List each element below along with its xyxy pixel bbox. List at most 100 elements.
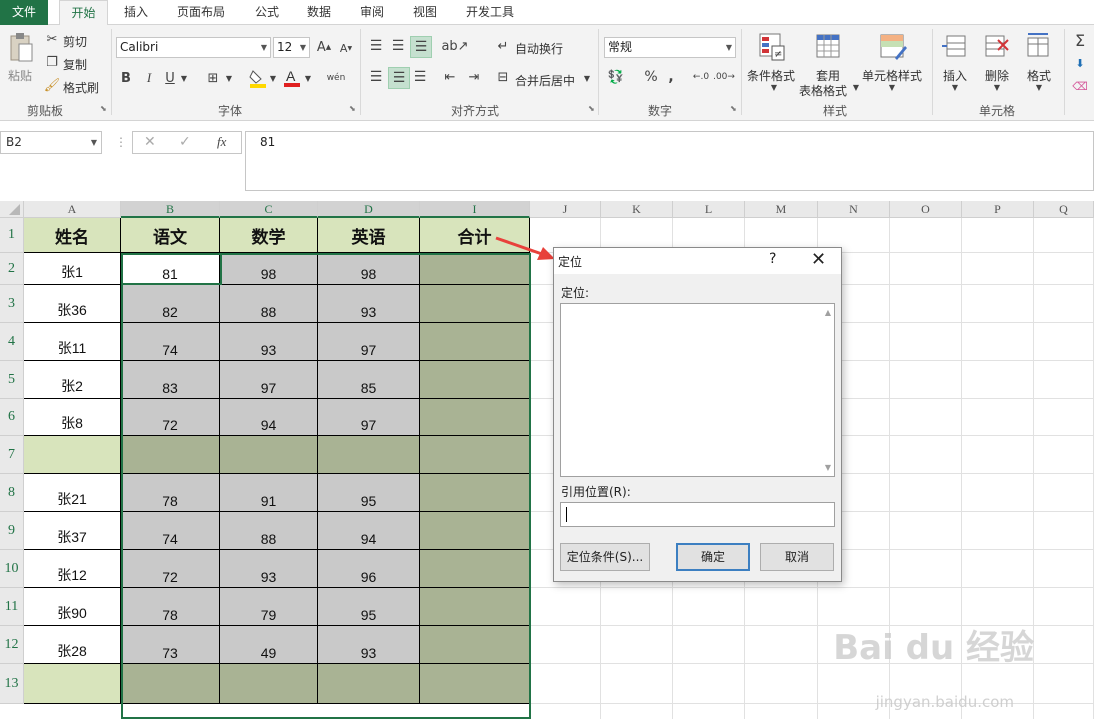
cell-b13[interactable] [121, 664, 220, 704]
cell-a8[interactable]: 张21 [24, 474, 121, 512]
tab-home[interactable]: 开始 [59, 0, 108, 26]
cell-c3[interactable]: 88 [220, 285, 318, 323]
cell-a1[interactable]: 姓名 [24, 218, 121, 253]
column-header-p[interactable]: P [962, 201, 1034, 218]
cell-b8[interactable]: 78 [121, 474, 220, 512]
conditional-format-icon[interactable]: ≠ [757, 31, 787, 63]
cell-d3[interactable]: 93 [318, 285, 420, 323]
cell-d1[interactable]: 英语 [318, 218, 420, 253]
scroll-down-icon[interactable]: ▼ [825, 463, 831, 472]
select-all-corner[interactable] [0, 201, 24, 218]
cell-c4[interactable]: 93 [220, 323, 318, 361]
cell-d8[interactable]: 95 [318, 474, 420, 512]
ok-button[interactable]: 确定 [676, 543, 750, 571]
format-painter-button[interactable]: 格式刷 [63, 79, 99, 96]
grow-font-icon[interactable]: A ▲ [316, 38, 332, 56]
orientation-icon[interactable]: ab↗ [441, 37, 468, 55]
row-header-7[interactable]: 7 [0, 436, 24, 474]
tab-review[interactable]: 审阅 [351, 0, 393, 25]
align-bottom-icon[interactable]: ☰ [410, 36, 432, 58]
cell-c7[interactable] [220, 436, 318, 474]
autosum-icon[interactable]: Σ [1071, 31, 1089, 50]
font-size-select[interactable]: 12 ▼ [273, 37, 310, 58]
cell-i1[interactable]: 合计 [420, 218, 530, 253]
fill-color-icon[interactable] [248, 68, 268, 88]
dialog-titlebar[interactable]: 定位 ? ✕ [554, 248, 841, 274]
cell-d12[interactable]: 93 [318, 626, 420, 664]
font-launcher-icon[interactable]: ⬊ [349, 105, 357, 113]
cell-a6[interactable]: 张8 [24, 399, 121, 436]
column-header-k[interactable]: K [601, 201, 673, 218]
help-button[interactable]: ? [769, 251, 776, 267]
fill-icon[interactable]: ⬇ [1073, 56, 1087, 70]
cell-b5[interactable]: 83 [121, 361, 220, 399]
bold-button[interactable]: B [119, 69, 133, 87]
cell-b4[interactable]: 74 [121, 323, 220, 361]
copy-icon[interactable]: ❐ [44, 54, 60, 70]
insert-function-icon[interactable]: fx [217, 134, 226, 150]
tab-developer[interactable]: 开发工具 [458, 0, 522, 25]
font-color-dropdown-icon[interactable]: ▼ [303, 72, 313, 84]
cell-c12[interactable]: 49 [220, 626, 318, 664]
accounting-format-icon[interactable]: 💱 [605, 68, 627, 86]
decrease-decimal-icon[interactable]: .00→ [713, 68, 735, 86]
format-dropdown-icon[interactable]: ▼ [1034, 82, 1044, 92]
underline-dropdown-icon[interactable]: ▼ [179, 72, 189, 84]
scroll-up-icon[interactable]: ▲ [825, 308, 831, 317]
close-icon[interactable]: ✕ [811, 249, 826, 270]
merge-dropdown-icon[interactable]: ▼ [582, 72, 592, 84]
paste-button[interactable]: 粘贴 [8, 67, 32, 84]
row-header-9[interactable]: 9 [0, 512, 24, 550]
insert-dropdown-icon[interactable]: ▼ [950, 82, 960, 92]
cell-a9[interactable]: 张37 [24, 512, 121, 550]
column-header-m[interactable]: M [745, 201, 818, 218]
cell-i13[interactable] [420, 664, 530, 704]
alignment-launcher-icon[interactable]: ⬊ [588, 105, 596, 113]
formula-input[interactable]: 81 [245, 131, 1094, 191]
cell-i7[interactable] [420, 436, 530, 474]
cell-a3[interactable]: 张36 [24, 285, 121, 323]
insert-cells-icon[interactable] [940, 31, 968, 63]
row-header-1[interactable]: 1 [0, 218, 24, 253]
cell-c2[interactable]: 98 [220, 253, 318, 285]
fill-color-dropdown-icon[interactable]: ▼ [268, 72, 278, 84]
cell-i4[interactable] [420, 323, 530, 361]
row-header-13[interactable]: 13 [0, 664, 24, 704]
cell-c5[interactable]: 97 [220, 361, 318, 399]
cell-c9[interactable]: 88 [220, 512, 318, 550]
format-as-table-button[interactable]: 表格格式 [799, 82, 847, 99]
cell-i6[interactable] [420, 399, 530, 436]
format-as-table-dropdown-icon[interactable]: ▼ [851, 82, 861, 92]
tab-data[interactable]: 数据 [298, 0, 340, 25]
cell-b9[interactable]: 74 [121, 512, 220, 550]
column-header-q[interactable]: Q [1034, 201, 1094, 218]
tab-insert[interactable]: 插入 [115, 0, 157, 25]
format-as-table-icon[interactable] [814, 31, 844, 63]
cell-i11[interactable] [420, 588, 530, 626]
cell-i3[interactable] [420, 285, 530, 323]
row-header-8[interactable]: 8 [0, 474, 24, 512]
row-header-12[interactable]: 12 [0, 626, 24, 664]
cut-icon[interactable]: ✂ [44, 31, 60, 47]
comma-style-icon[interactable]: , [665, 68, 677, 86]
font-color-icon[interactable]: A [283, 68, 301, 88]
cell-c11[interactable]: 79 [220, 588, 318, 626]
merge-center-icon[interactable]: ⊟ [495, 68, 511, 86]
clear-icon[interactable]: ⌫ [1072, 79, 1088, 93]
format-painter-icon[interactable]: 🖌 [44, 77, 61, 93]
cell-d4[interactable]: 97 [318, 323, 420, 361]
column-header-i[interactable]: I [420, 201, 530, 218]
cell-d2[interactable]: 98 [318, 253, 420, 285]
cell-c13[interactable] [220, 664, 318, 704]
special-button[interactable]: 定位条件(S)... [560, 543, 650, 571]
cell-i2[interactable] [420, 253, 530, 285]
cell-c8[interactable]: 91 [220, 474, 318, 512]
cell-c1[interactable]: 数学 [220, 218, 318, 253]
cell-i10[interactable] [420, 550, 530, 588]
cell-d11[interactable]: 95 [318, 588, 420, 626]
conditional-format-dropdown-icon[interactable]: ▼ [769, 82, 779, 92]
cell-a12[interactable]: 张28 [24, 626, 121, 664]
row-header-10[interactable]: 10 [0, 550, 24, 588]
cell-i8[interactable] [420, 474, 530, 512]
cell-c6[interactable]: 94 [220, 399, 318, 436]
